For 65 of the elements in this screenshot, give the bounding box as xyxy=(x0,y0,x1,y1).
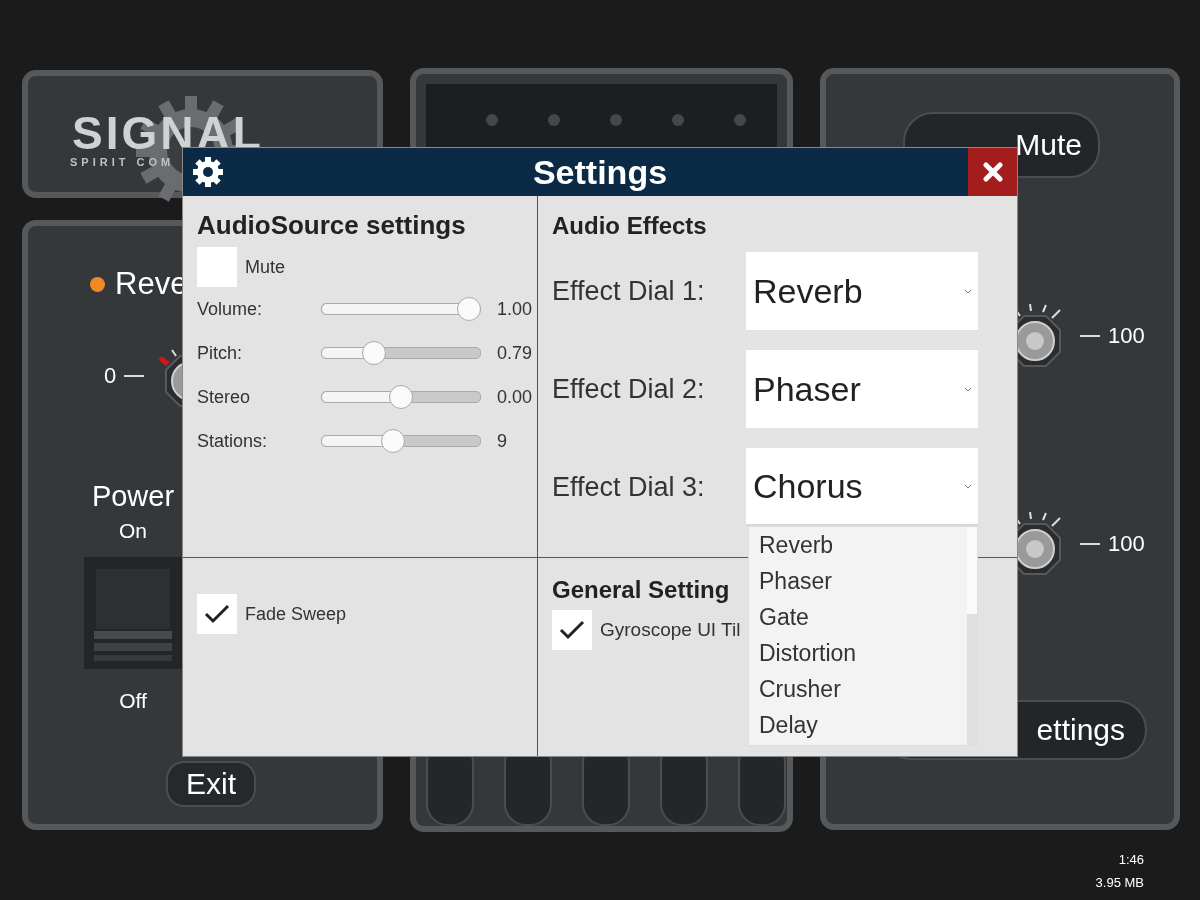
dial-label: Effect Dial 2: xyxy=(552,373,706,405)
slider-thumb[interactable] xyxy=(380,429,405,453)
close-icon xyxy=(982,162,1003,182)
slider-thumb[interactable] xyxy=(361,341,386,365)
slider-thumb[interactable] xyxy=(457,297,481,321)
dropdown-option[interactable]: Gate xyxy=(759,599,967,635)
indicator-light-icon xyxy=(486,114,498,126)
dialog-title: Settings xyxy=(532,152,668,192)
settings-icon xyxy=(192,156,224,188)
slider-track[interactable] xyxy=(321,429,481,453)
dropdown-option[interactable]: Crusher xyxy=(759,671,967,707)
logo-text: SIGNAL xyxy=(72,106,264,159)
indicator-light-icon xyxy=(734,114,746,126)
mute-checkbox[interactable] xyxy=(197,247,237,287)
dropdown-option[interactable]: Phaser xyxy=(759,563,967,599)
dial-label: Effect Dial 3: xyxy=(552,471,706,503)
power-switch[interactable] xyxy=(84,557,182,669)
section-heading: General Setting xyxy=(552,576,730,604)
caret-icon xyxy=(964,386,972,392)
slider-thumb[interactable] xyxy=(389,385,413,409)
section-heading: AudioSource settings xyxy=(197,210,466,241)
slider-label: Volume: xyxy=(197,298,264,320)
power-label: Power xyxy=(91,480,175,513)
slider-label: Stereo xyxy=(197,386,252,408)
indicator-light-icon xyxy=(672,114,684,126)
indicator-light-icon xyxy=(548,114,560,126)
effect-dropdown[interactable]: Reverb xyxy=(746,252,978,330)
slider-track[interactable] xyxy=(321,385,481,409)
memory-text: 3.95 MB xyxy=(1095,875,1144,890)
close-button[interactable] xyxy=(968,148,1017,196)
power-on-label: On xyxy=(119,519,147,543)
slider-value: 0.79 xyxy=(497,342,534,364)
section-heading: Audio Effects xyxy=(552,212,707,240)
checkbox-label: Fade Sweep xyxy=(245,603,347,625)
dropdown-option[interactable]: Distortion xyxy=(759,635,967,671)
clock-text: 1:46 xyxy=(1118,852,1144,867)
knob-scale-label: 100 xyxy=(1108,323,1145,349)
logo-subtitle: SPIRIT COM xyxy=(70,156,175,168)
exit-button[interactable]: Exit xyxy=(166,761,256,807)
slider-track[interactable] xyxy=(321,341,481,365)
slider-value: 1.00 xyxy=(497,298,534,320)
power-off-label: Off xyxy=(119,689,147,713)
indicator-light-icon xyxy=(610,114,622,126)
gyroscope-checkbox[interactable] xyxy=(552,610,592,650)
effect-dropdown[interactable]: Chorus xyxy=(746,448,978,526)
caret-icon xyxy=(964,483,972,489)
knob-scale-label: 100 xyxy=(1108,531,1145,557)
checkbox-label: Gyroscope UI Til xyxy=(600,619,741,641)
dropdown-option[interactable]: Reverb xyxy=(759,527,967,563)
fade-sweep-checkbox[interactable] xyxy=(197,594,237,634)
dial-label: Effect Dial 1: xyxy=(552,275,706,307)
slider-track[interactable] xyxy=(321,297,481,321)
checkbox-label: Mute xyxy=(245,256,286,278)
effect-dropdown[interactable]: Phaser xyxy=(746,350,978,428)
slider-label: Stations: xyxy=(197,430,269,452)
knob-scale-label: 0 xyxy=(104,363,117,389)
slider-value: 9 xyxy=(497,430,508,452)
slider-label: Pitch: xyxy=(197,342,244,364)
caret-icon xyxy=(964,288,972,294)
scrollbar[interactable] xyxy=(967,527,977,745)
checkmark-icon xyxy=(204,604,230,624)
slider-value: 0.00 xyxy=(497,386,534,408)
checkmark-icon xyxy=(559,620,585,640)
status-dot-icon xyxy=(90,276,105,292)
dropdown-option[interactable]: Delay xyxy=(759,707,967,743)
